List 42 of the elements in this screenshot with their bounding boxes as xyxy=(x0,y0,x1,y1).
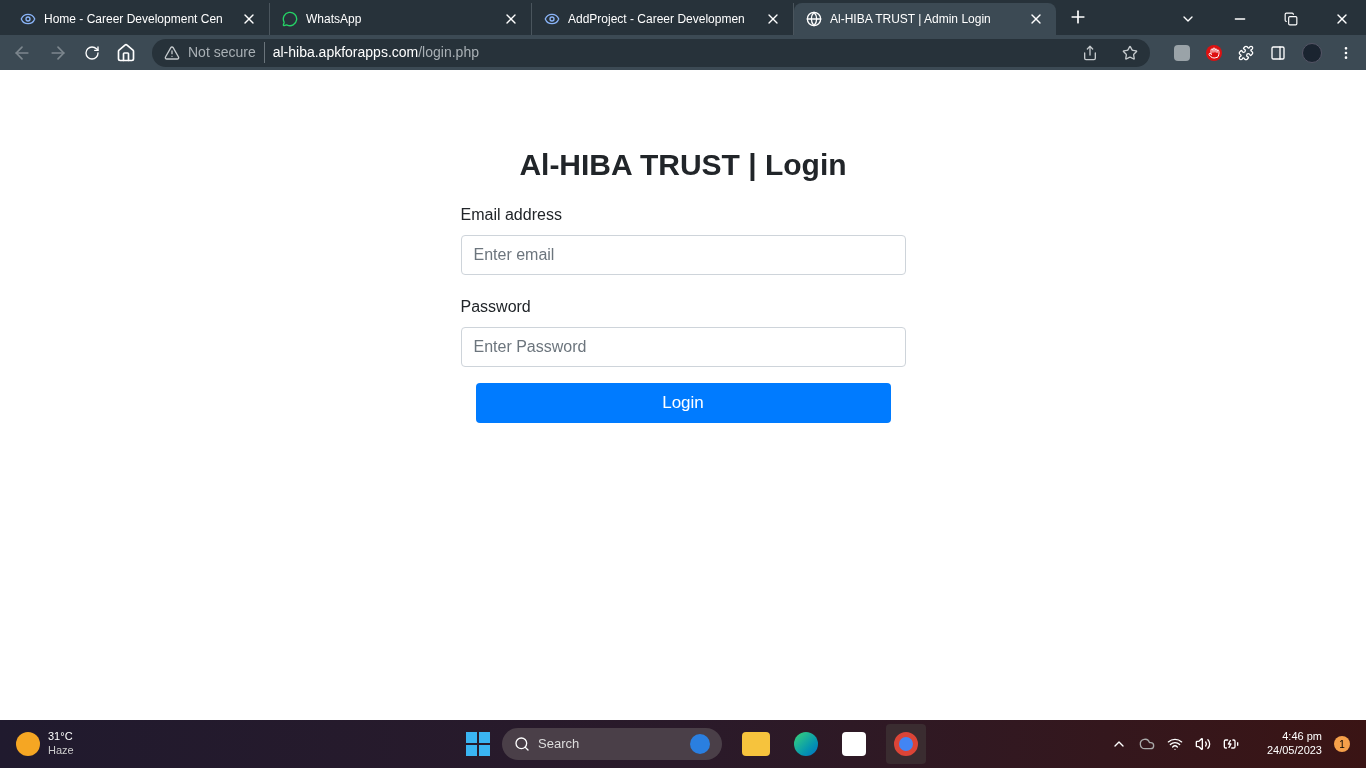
clock-time[interactable]: 4:46 pm xyxy=(1282,730,1322,744)
notification-badge[interactable]: 1 xyxy=(1334,736,1350,752)
email-field[interactable]: Enter email xyxy=(460,235,906,275)
speaker-icon[interactable] xyxy=(1194,736,1211,752)
chrome-icon[interactable] xyxy=(886,724,926,764)
battery-icon[interactable] xyxy=(1222,736,1239,752)
page-heading: Al-HIBA TRUST | Login xyxy=(518,147,848,183)
windows-start-icon[interactable] xyxy=(466,732,490,756)
restore-icon[interactable] xyxy=(1284,12,1298,26)
home-icon[interactable] xyxy=(116,42,136,63)
search-placeholder: Search xyxy=(538,735,581,754)
eye-icon xyxy=(20,11,36,27)
eye-icon xyxy=(544,11,560,27)
side-panel-icon[interactable] xyxy=(1270,44,1286,61)
search-icon xyxy=(514,736,530,752)
temperature-text: 31°C xyxy=(48,730,74,744)
haze-sun-icon xyxy=(16,732,40,756)
globe-icon xyxy=(806,11,822,27)
weather-text: Haze xyxy=(48,744,74,758)
share-icon[interactable] xyxy=(1082,44,1098,61)
taskbar-search[interactable]: Search xyxy=(502,728,722,760)
security-label: Not secure xyxy=(188,42,265,63)
tab-title: Home - Career Development Cen xyxy=(44,11,224,28)
cloud-icon[interactable] xyxy=(1138,736,1155,752)
login-button[interactable]: Login xyxy=(475,383,891,423)
tab-title: WhatsApp xyxy=(306,11,363,28)
chat-bubble-icon xyxy=(282,11,298,27)
tab-title: Al-HIBA TRUST | Admin Login xyxy=(830,11,992,28)
wifi-icon[interactable] xyxy=(1166,736,1183,752)
warning-icon xyxy=(164,44,180,61)
hand-icon[interactable] xyxy=(1206,44,1222,61)
field-label: Password xyxy=(460,297,532,317)
clock-date[interactable]: 24/05/2023 xyxy=(1266,744,1322,758)
bookmark-star-icon[interactable] xyxy=(1122,44,1138,61)
browser-tab[interactable]: Al-HIBA TRUST | Admin Login xyxy=(794,3,1056,35)
address-bar[interactable]: Not secure al-hiba.apkforapps.com/login.php xyxy=(152,38,1150,67)
url-text: al-hiba.apkforapps.com/login.php xyxy=(272,43,479,62)
tab-title: AddProject - Career Developmen xyxy=(568,11,746,28)
reload-icon[interactable] xyxy=(84,44,100,61)
extensions-icon[interactable] xyxy=(1238,44,1254,61)
password-field[interactable]: Enter Password xyxy=(460,327,906,367)
field-label: Email address xyxy=(460,205,563,225)
